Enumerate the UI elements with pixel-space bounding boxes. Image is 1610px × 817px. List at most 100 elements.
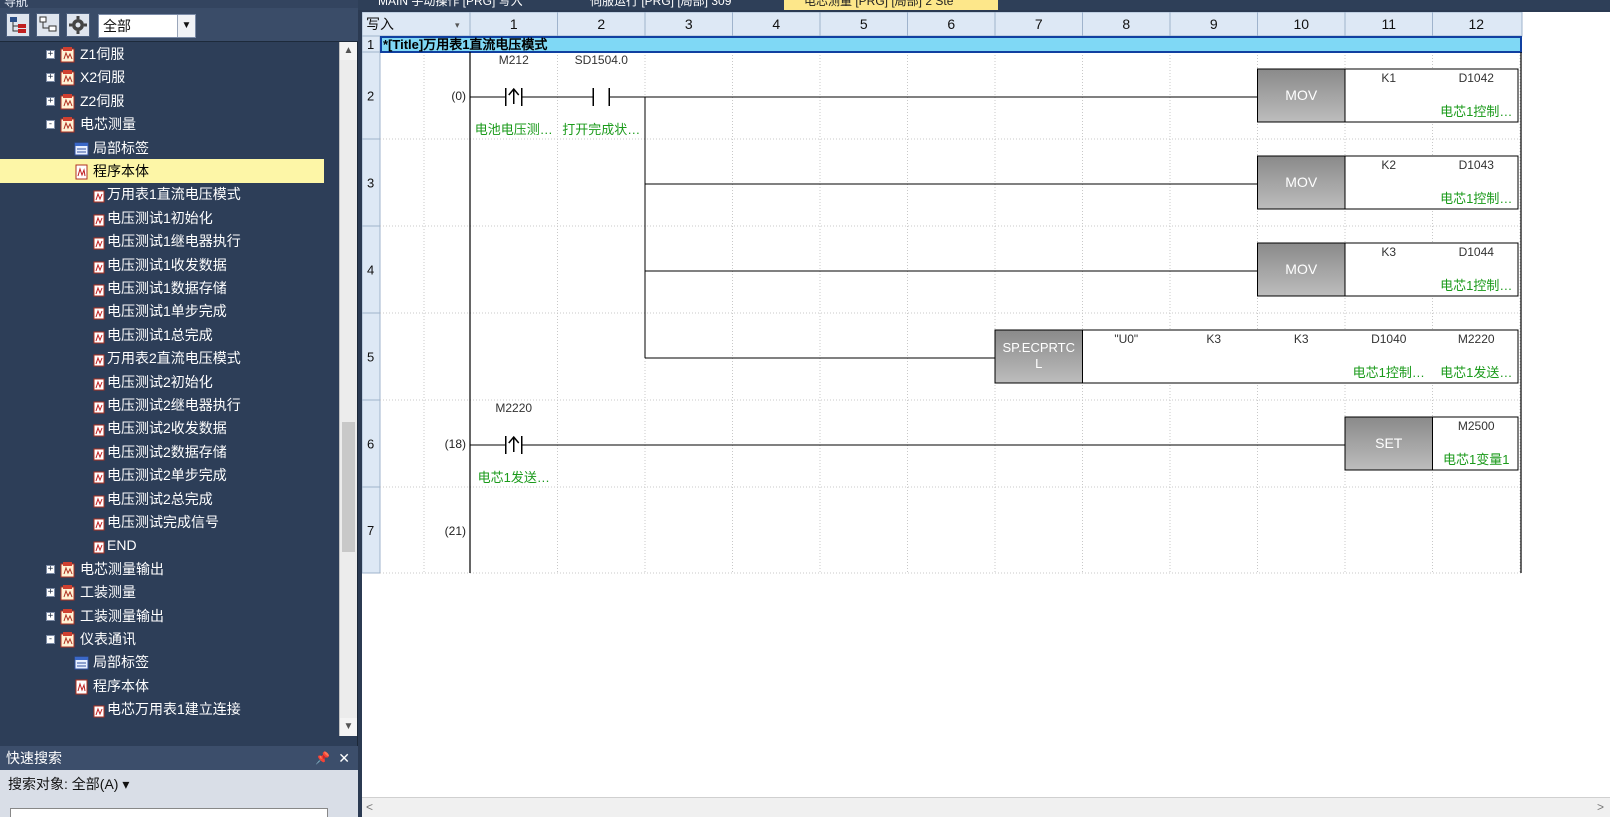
step-number: (18) (445, 437, 466, 451)
project-view-button[interactable] (6, 13, 30, 37)
editor-tabs: MAIN 手动操作 [PRG] 写入 伺服运行 [PRG] [局部] 309 电… (358, 0, 1610, 10)
expand-icon[interactable]: + (46, 96, 55, 106)
tree-view-button[interactable] (36, 13, 60, 37)
settings-button[interactable] (66, 13, 90, 37)
project-tree: + Z1伺服 + X2伺服 + Z2伺服 - 电芯测量 局部标签 程序本体 万用表1直流电压模式 电压… (0, 42, 340, 736)
nav-toolbar: 全部 ▼ (0, 8, 358, 42)
tree-item[interactable]: + Z1伺服 (0, 42, 340, 66)
expand-icon[interactable]: + (46, 564, 55, 574)
tree-item-label: X2伺服 (80, 69, 126, 86)
block-icon (93, 303, 108, 320)
tree-item[interactable]: 电压测试1初始化 (0, 206, 340, 230)
pin-icon[interactable]: 📌 (315, 746, 330, 770)
block-icon (93, 701, 108, 718)
scroll-left-icon[interactable]: < (366, 800, 373, 814)
block-icon (93, 444, 108, 461)
ladder-diagram[interactable]: 写入 ▾ 1 2 3 4 5 6 7 8 9 10 11 121234567*[Title]万用表1直流电… (362, 12, 1610, 797)
row-number: 2 (367, 89, 374, 104)
instruction-name: L (1035, 356, 1042, 371)
block-icon (93, 491, 108, 508)
tree-item[interactable]: 电压测试2初始化 (0, 370, 340, 394)
tree-item[interactable]: 电压测试2总完成 (0, 487, 340, 511)
tree-item[interactable]: 电压测试完成信号 (0, 510, 340, 534)
tree-item[interactable]: 电压测试1单步完成 (0, 299, 340, 323)
close-icon[interactable]: ✕ (338, 746, 350, 770)
tree-item[interactable]: 电压测试2数据存储 (0, 440, 340, 464)
tree-item[interactable]: + 工装测量输出 (0, 604, 340, 628)
tree-item[interactable]: 电压测试2单步完成 (0, 463, 340, 487)
contact-comment: 电芯1发送… (478, 470, 550, 485)
tree-item[interactable]: 电压测试1数据存储 (0, 276, 340, 300)
row-number: 6 (367, 437, 374, 452)
block-icon (93, 280, 108, 297)
tree-item[interactable]: END (0, 533, 340, 557)
column-number: 5 (860, 16, 868, 32)
tree-item[interactable]: 局部标签 (0, 650, 340, 674)
scrollbar-thumb[interactable] (342, 422, 355, 552)
tree-item[interactable]: 万用表2直流电压模式 (0, 346, 340, 370)
instruction-operand: "U0" (1114, 332, 1138, 346)
tree-scrollbar[interactable]: ▲ ▼ (339, 42, 357, 736)
tree-item[interactable]: 程序本体 (0, 159, 324, 183)
instruction-operand: M2500 (1458, 419, 1495, 433)
collapse-icon[interactable]: - (46, 120, 55, 130)
tree-item-label: 电芯测量 (80, 116, 136, 133)
search-target-dropdown[interactable]: 搜索对象: 全部(A) ▾ (8, 774, 129, 794)
program-body-icon (74, 678, 89, 695)
expand-icon[interactable]: + (46, 611, 55, 621)
block-icon (93, 397, 108, 414)
tree-item[interactable]: - 电芯测量 (0, 112, 340, 136)
expand-icon[interactable]: + (46, 50, 55, 59)
scroll-right-icon[interactable]: > (1597, 800, 1604, 814)
instruction-name: SET (1375, 435, 1403, 451)
title-row[interactable] (380, 36, 1522, 53)
tab-servo[interactable]: 伺服运行 [PRG] [局部] 309 (570, 0, 780, 10)
operand-comment: 电芯1变量1 (1443, 452, 1509, 467)
filter-select[interactable]: 全部 ▼ (98, 14, 196, 38)
row-number: 3 (367, 176, 374, 191)
column-number: 6 (947, 16, 955, 32)
ladder-editor[interactable]: 写入 ▾ 1 2 3 4 5 6 7 8 9 10 11 12 1 2 3 4 5 6 7 *[Title]万用表1直流电… (362, 12, 1610, 817)
tab-main[interactable]: MAIN 手动操作 [PRG] 写入 (358, 0, 566, 10)
column-number: 3 (685, 16, 693, 32)
block-icon (93, 537, 108, 554)
operand-comment: 电芯1控制… (1440, 104, 1512, 119)
tree-item[interactable]: 电压测试2继电器执行 (0, 393, 340, 417)
tree-item[interactable]: 电压测试2收发数据 (0, 416, 340, 440)
tree-item[interactable]: 电压测试1收发数据 (0, 253, 340, 277)
contact-comment: 电池电压测… (475, 122, 553, 137)
expand-icon[interactable]: + (46, 73, 55, 83)
tree-item[interactable]: + 工装测量 (0, 580, 340, 604)
column-number: 10 (1293, 16, 1309, 32)
tree-item[interactable]: 程序本体 (0, 674, 340, 698)
scroll-up-icon[interactable]: ▲ (340, 42, 357, 60)
header-dropdown-icon[interactable]: ▾ (455, 20, 460, 30)
tree-item[interactable]: + Z2伺服 (0, 89, 340, 113)
block-icon (93, 467, 108, 484)
tree-item[interactable]: 电压测试1总完成 (0, 323, 340, 347)
program-body-icon (74, 163, 89, 180)
tree-item-label: 局部标签 (93, 139, 149, 156)
tab-cell-measure[interactable]: 电芯测量 [PRG] [局部] 2 Ste (784, 0, 998, 10)
block-icon (93, 374, 108, 391)
column-number: 11 (1381, 16, 1396, 32)
local-label-icon (74, 654, 89, 670)
tree-item-label: 工装测量输出 (80, 607, 164, 624)
scroll-down-icon[interactable]: ▼ (340, 718, 357, 736)
tree-item[interactable]: 电芯万用表1建立连接 (0, 697, 340, 721)
tree-item[interactable]: 局部标签 (0, 136, 340, 160)
tree-item[interactable]: + X2伺服 (0, 65, 340, 89)
tree-item[interactable]: - 仪表通讯 (0, 627, 340, 651)
collapse-icon[interactable]: - (46, 635, 55, 644)
horizontal-scrollbar[interactable]: < > (362, 797, 1610, 817)
block-icon (93, 350, 108, 367)
program-folder-icon (60, 561, 75, 578)
tree-item[interactable]: 万用表1直流电压模式 (0, 182, 340, 206)
search-input[interactable] (10, 808, 328, 817)
expand-icon[interactable]: + (46, 588, 55, 598)
tree-item[interactable]: 电压测试1继电器执行 (0, 229, 340, 253)
instruction-operand: K2 (1381, 158, 1396, 172)
column-number: 1 (510, 16, 518, 32)
program-folder-icon (60, 631, 75, 648)
tree-item[interactable]: + 电芯测量输出 (0, 557, 340, 581)
